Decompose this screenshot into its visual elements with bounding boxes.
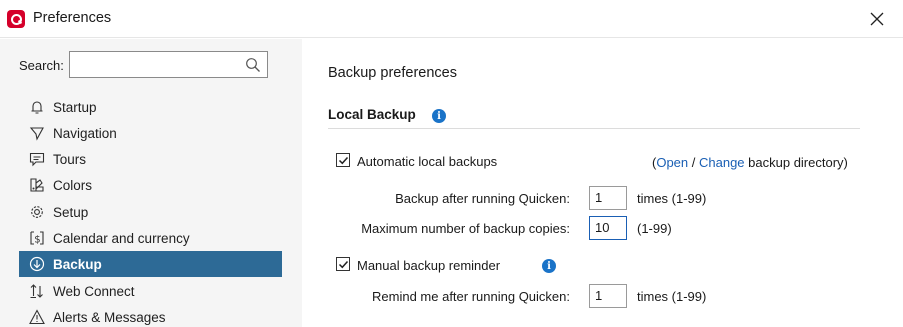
slash-separator: /	[688, 155, 699, 170]
sidebar-item-label: Navigation	[53, 125, 117, 141]
sidebar-item-label: Startup	[53, 99, 97, 115]
checkmark-icon	[338, 260, 349, 269]
tours-icon	[26, 150, 48, 168]
checkmark-icon	[338, 156, 349, 165]
sidebar-item-colors[interactable]: Colors	[19, 172, 282, 198]
calendar-currency-icon: $	[26, 229, 48, 247]
close-button[interactable]	[862, 5, 892, 33]
sidebar-item-navigation[interactable]: Navigation	[19, 120, 282, 146]
alert-icon	[26, 308, 48, 326]
quicken-logo-icon	[7, 10, 25, 28]
sidebar-item-label: Backup	[53, 256, 102, 272]
remind-after-input[interactable]: 1	[589, 284, 627, 308]
sidebar-item-alerts-messages[interactable]: Alerts & Messages	[19, 304, 282, 327]
directory-suffix: backup directory)	[744, 155, 848, 170]
manual-reminder-label: Manual backup reminder	[357, 258, 501, 273]
sidebar-item-label: Colors	[53, 177, 93, 193]
sidebar-item-tours[interactable]: Tours	[19, 146, 282, 172]
info-icon[interactable]: i	[542, 259, 556, 273]
title-bar: Preferences	[0, 0, 903, 38]
bell-icon	[26, 98, 48, 116]
backup-icon	[26, 255, 48, 273]
sidebar-item-backup[interactable]: Backup	[19, 251, 282, 277]
remind-after-suffix: times (1-99)	[637, 289, 707, 304]
navigation-icon	[26, 124, 48, 142]
manual-reminder-checkbox[interactable]	[336, 257, 350, 271]
sidebar-item-label: Web Connect	[53, 283, 135, 299]
max-copies-input[interactable]: 10	[589, 216, 627, 240]
automatic-backups-checkbox[interactable]	[336, 153, 350, 167]
info-icon[interactable]: i	[432, 109, 446, 123]
colors-icon	[26, 176, 48, 194]
sidebar-item-label: Tours	[53, 151, 87, 167]
gear-icon	[26, 203, 48, 221]
search-icon	[246, 58, 260, 72]
sidebar-item-label: Alerts & Messages	[53, 309, 166, 325]
backup-after-label: Backup after running Quicken:	[395, 191, 570, 206]
search-label: Search:	[19, 58, 64, 73]
backup-preferences-panel: Backup preferences Local Backup i Automa…	[302, 39, 903, 327]
section-title: Local Backup	[328, 107, 416, 122]
open-directory-link[interactable]: Open	[656, 155, 688, 170]
change-directory-link[interactable]: Change	[699, 155, 745, 170]
search-input[interactable]	[69, 51, 268, 78]
close-icon	[870, 12, 884, 26]
page-title: Backup preferences	[328, 65, 457, 81]
web-connect-icon	[26, 282, 48, 300]
backup-directory-links: (Open / Change backup directory)	[652, 155, 848, 170]
svg-text:$: $	[34, 235, 40, 246]
sidebar-item-label: Calendar and currency	[53, 230, 190, 246]
backup-after-input[interactable]: 1	[589, 186, 627, 210]
window-title: Preferences	[33, 10, 112, 26]
sidebar-item-web-connect[interactable]: Web Connect	[19, 278, 282, 304]
remind-after-label: Remind me after running Quicken:	[372, 289, 570, 304]
sidebar-item-label: Setup	[53, 204, 89, 220]
backup-after-suffix: times (1-99)	[637, 191, 707, 206]
sidebar: Search: Startup Navigation Tours Colors …	[0, 39, 302, 327]
sidebar-item-setup[interactable]: Setup	[19, 199, 282, 225]
automatic-backups-label: Automatic local backups	[357, 154, 498, 169]
section-divider	[328, 128, 860, 129]
max-copies-suffix: (1-99)	[637, 221, 672, 236]
sidebar-item-calendar-and-currency[interactable]: $ Calendar and currency	[19, 225, 282, 251]
sidebar-item-startup[interactable]: Startup	[19, 94, 282, 120]
max-copies-label: Maximum number of backup copies:	[361, 221, 570, 236]
